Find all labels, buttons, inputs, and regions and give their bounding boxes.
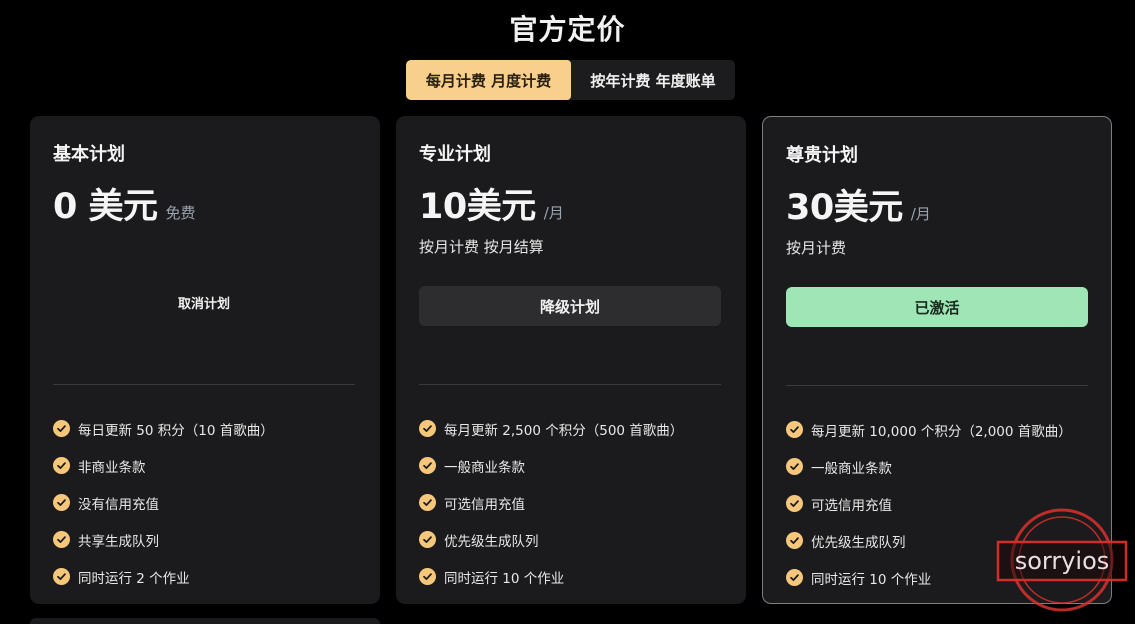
plan-price-unit: /月	[543, 204, 564, 222]
feature-text: 没有信用充值	[78, 496, 159, 513]
feature-item: 没有信用充值	[53, 484, 274, 521]
downgrade-plan-button[interactable]: 降级计划	[419, 286, 721, 326]
check-circle-icon	[419, 494, 436, 511]
feature-item: 可选信用充值	[786, 485, 1072, 522]
feature-text: 优先级生成队列	[811, 534, 906, 551]
feature-text: 每月更新 10,000 个积分（2,000 首歌曲）	[811, 423, 1072, 440]
page-title: 官方定价	[509, 13, 626, 46]
price-row: 30美元 /月	[786, 179, 931, 230]
pricing-page: 官方定价 每月计费 月度计费 按年计费 年度账单 基本计划 0 美元 免费 取消…	[0, 0, 1135, 624]
plan-card-pro: 专业计划 10美元 /月 按月计费 按月结算 降级计划 每月更新 2,500 个…	[396, 116, 746, 604]
feature-item: 同时运行 2 个作业	[53, 558, 274, 595]
feature-text: 同时运行 10 个作业	[444, 570, 565, 587]
divider	[786, 385, 1088, 386]
plan-name: 基本计划	[53, 144, 125, 165]
feature-text: 非商业条款	[78, 459, 146, 476]
plan-price-unit: /月	[910, 205, 931, 223]
check-circle-icon	[53, 568, 70, 585]
check-circle-icon	[786, 495, 803, 512]
feature-item: 共享生成队列	[53, 521, 274, 558]
toggle-monthly-button[interactable]: 每月计费 月度计费	[406, 60, 571, 100]
check-circle-icon	[786, 421, 803, 438]
divider	[53, 384, 355, 385]
feature-text: 同时运行 10 个作业	[811, 571, 932, 588]
check-circle-icon	[786, 458, 803, 475]
price-row: 10美元 /月	[419, 178, 564, 229]
activated-plan-button[interactable]: 已激活	[786, 287, 1088, 327]
check-circle-icon	[53, 494, 70, 511]
feature-text: 一般商业条款	[811, 460, 892, 477]
plan-card-basic: 基本计划 0 美元 免费 取消计划 每日更新 50 积分（10 首歌曲） 非商业…	[30, 116, 380, 604]
cancel-plan-button[interactable]: 取消计划	[53, 282, 355, 322]
feature-text: 每日更新 50 积分（10 首歌曲）	[78, 422, 274, 439]
feature-item: 同时运行 10 个作业	[786, 559, 1072, 596]
feature-item: 每月更新 2,500 个积分（500 首歌曲）	[419, 410, 683, 447]
feature-text: 可选信用充值	[444, 496, 525, 513]
divider	[419, 384, 721, 385]
plan-price: 30美元	[786, 188, 903, 228]
toggle-yearly-button[interactable]: 按年计费 年度账单	[571, 60, 735, 100]
feature-item: 优先级生成队列	[419, 521, 683, 558]
feature-text: 共享生成队列	[78, 533, 159, 550]
feature-list: 每月更新 10,000 个积分（2,000 首歌曲） 一般商业条款 可选信用充值…	[786, 411, 1072, 596]
check-circle-icon	[53, 420, 70, 437]
feature-item: 一般商业条款	[786, 448, 1072, 485]
check-circle-icon	[419, 568, 436, 585]
feature-item: 同时运行 10 个作业	[419, 558, 683, 595]
plan-name: 专业计划	[419, 144, 491, 165]
plan-card-premium: 尊贵计划 30美元 /月 按月计费 已激活 每月更新 10,000 个积分（2,…	[762, 116, 1112, 604]
check-circle-icon	[786, 569, 803, 586]
price-row: 0 美元 免费	[53, 178, 196, 229]
feature-text: 可选信用充值	[811, 497, 892, 514]
feature-list: 每月更新 2,500 个积分（500 首歌曲） 一般商业条款 可选信用充值 优先…	[419, 410, 683, 595]
feature-item: 每月更新 10,000 个积分（2,000 首歌曲）	[786, 411, 1072, 448]
billing-note: 按月计费 按月结算	[419, 238, 544, 256]
feature-text: 优先级生成队列	[444, 533, 539, 550]
feature-item: 非商业条款	[53, 447, 274, 484]
feature-text: 同时运行 2 个作业	[78, 570, 190, 587]
check-circle-icon	[786, 532, 803, 549]
feature-text: 每月更新 2,500 个积分（500 首歌曲）	[444, 422, 684, 439]
feature-item: 每日更新 50 积分（10 首歌曲）	[53, 410, 274, 447]
check-circle-icon	[53, 531, 70, 548]
plan-price-unit: 免费	[165, 204, 196, 222]
billing-toggle: 每月计费 月度计费 按年计费 年度账单	[406, 60, 735, 100]
feature-item: 一般商业条款	[419, 447, 683, 484]
plan-name: 尊贵计划	[786, 145, 858, 166]
billing-note: 按月计费	[786, 239, 847, 257]
plan-price: 10美元	[419, 187, 536, 227]
feature-list: 每日更新 50 积分（10 首歌曲） 非商业条款 没有信用充值 共享生成队列 同…	[53, 410, 274, 595]
next-card-edge	[30, 618, 380, 624]
check-circle-icon	[419, 531, 436, 548]
check-circle-icon	[419, 420, 436, 437]
plan-price: 0 美元	[53, 187, 158, 227]
check-circle-icon	[53, 457, 70, 474]
feature-item: 可选信用充值	[419, 484, 683, 521]
check-circle-icon	[419, 457, 436, 474]
feature-text: 一般商业条款	[444, 459, 525, 476]
feature-item: 优先级生成队列	[786, 522, 1072, 559]
